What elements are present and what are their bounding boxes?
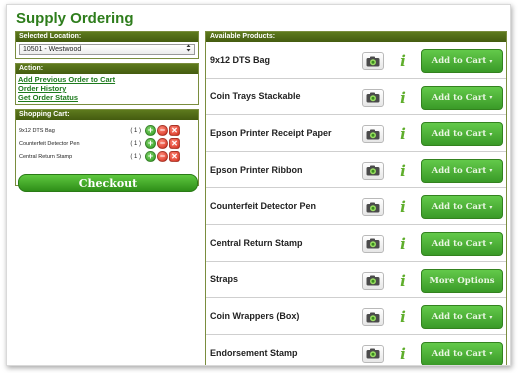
plus-icon[interactable]: + [145, 138, 156, 149]
camera-icon[interactable] [362, 234, 384, 253]
location-value: 10501 - Westwood [23, 46, 82, 53]
action-panel: Action: Add Previous Order to Cart Order… [15, 63, 199, 105]
order-history-link[interactable]: Order History [16, 84, 198, 93]
close-icon[interactable]: ✕ [169, 138, 180, 149]
camera-icon[interactable] [362, 271, 384, 290]
product-name: Coin Trays Stackable [210, 91, 301, 102]
product-row: Epson Printer Receipt Paper i Add to Cart ▾ [206, 115, 506, 152]
minus-icon[interactable]: − [157, 125, 168, 136]
minus-icon[interactable]: − [157, 138, 168, 149]
cart-item-name: 9x12 DTS Bag [19, 127, 55, 134]
cart-item: Central Return Stamp ( 1 ) + − ✕ [16, 150, 198, 163]
cart-item: Counterfeit Detector Pen ( 1 ) + − ✕ [16, 137, 198, 150]
cart-item-qty: ( 1 ) [130, 140, 141, 147]
product-action-label: Add to Cart [431, 348, 487, 359]
add-to-cart-button[interactable]: Add to Cart ▾ [421, 231, 503, 256]
product-action-label: Add to Cart [431, 129, 487, 140]
action-header: Action: [16, 64, 198, 74]
info-icon[interactable]: i [396, 88, 410, 108]
chevron-down-icon: ▾ [489, 130, 493, 138]
info-icon[interactable]: i [396, 124, 410, 144]
location-select[interactable]: 10501 - Westwood [19, 44, 195, 55]
product-row: 9x12 DTS Bag i Add to Cart ▾ [206, 42, 506, 79]
product-row: Central Return Stamp i Add to Cart ▾ [206, 225, 506, 262]
product-action-label: Add to Cart [431, 238, 487, 249]
product-name: Straps [210, 274, 239, 285]
minus-icon[interactable]: − [157, 151, 168, 162]
product-action-label: Add to Cart [431, 165, 487, 176]
info-icon[interactable]: i [396, 344, 410, 364]
checkout-button[interactable]: Checkout [18, 174, 198, 192]
updown-caret-icon [186, 44, 191, 55]
close-icon[interactable]: ✕ [169, 151, 180, 162]
cart-item-name: Counterfeit Detector Pen [19, 140, 80, 147]
available-products-panel: Available Products: 9x12 DTS Bag i Add to … [205, 31, 507, 365]
chevron-down-icon: ▾ [489, 167, 493, 175]
product-name: Epson Printer Receipt Paper [210, 127, 332, 138]
camera-icon[interactable] [362, 88, 384, 107]
chevron-down-icon: ▾ [489, 57, 493, 65]
camera-icon[interactable] [362, 308, 384, 327]
more-options-button[interactable]: More Options [421, 268, 503, 293]
add-to-cart-button[interactable]: Add to Cart ▾ [421, 341, 503, 365]
info-icon[interactable]: i [396, 307, 410, 327]
add-to-cart-button[interactable]: Add to Cart ▾ [421, 158, 503, 183]
info-icon[interactable]: i [396, 271, 410, 291]
plus-icon[interactable]: + [145, 125, 156, 136]
add-to-cart-button[interactable]: Add to Cart ▾ [421, 195, 503, 220]
product-list: 9x12 DTS Bag i Add to Cart ▾ Coin Trays Stac… [206, 42, 506, 365]
supply-ordering-window: Supply Ordering Selected Location: 10501… [6, 4, 511, 366]
available-products-header: Available Products: [206, 32, 506, 42]
cart-item: 9x12 DTS Bag ( 1 ) + − ✕ [16, 124, 198, 137]
info-icon[interactable]: i [396, 234, 410, 254]
product-row: Epson Printer Ribbon i Add to Cart ▾ [206, 152, 506, 189]
product-name: Counterfeit Detector Pen [210, 201, 317, 212]
cart-item-qty: ( 1 ) [130, 127, 141, 134]
add-previous-order-link[interactable]: Add Previous Order to Cart [16, 75, 198, 84]
add-to-cart-button[interactable]: Add to Cart ▾ [421, 305, 503, 330]
product-name: Central Return Stamp [210, 237, 303, 248]
info-icon[interactable]: i [396, 197, 410, 217]
camera-icon[interactable] [362, 125, 384, 144]
shopping-cart-header: Shopping Cart: [16, 110, 198, 120]
product-row: Coin Wrappers (Box) i Add to Cart ▾ [206, 298, 506, 335]
product-row: Coin Trays Stackable i Add to Cart ▾ [206, 79, 506, 116]
cart-item-name: Central Return Stamp [19, 153, 73, 160]
product-action-label: More Options [429, 275, 495, 286]
product-row: Endorsement Stamp i Add to Cart ▾ [206, 335, 506, 365]
product-action-label: Add to Cart [431, 312, 487, 323]
left-column: Selected Location: 10501 - Westwood Acti… [15, 31, 199, 190]
chevron-down-icon: ▾ [489, 94, 493, 102]
product-action-label: Add to Cart [431, 92, 487, 103]
product-name: Epson Printer Ribbon [210, 164, 303, 175]
plus-icon[interactable]: + [145, 151, 156, 162]
camera-icon[interactable] [362, 52, 384, 70]
cart-item-qty: ( 1 ) [130, 153, 141, 160]
location-panel: Selected Location: 10501 - Westwood [15, 31, 199, 59]
chevron-down-icon: ▾ [489, 203, 493, 211]
camera-icon[interactable] [362, 198, 384, 217]
product-name: 9x12 DTS Bag [210, 54, 271, 65]
add-to-cart-button[interactable]: Add to Cart ▾ [421, 122, 503, 147]
add-to-cart-button[interactable]: Add to Cart ▾ [421, 85, 503, 110]
camera-icon[interactable] [362, 344, 384, 363]
product-action-label: Add to Cart [431, 202, 487, 213]
get-order-status-link[interactable]: Get Order Status [16, 93, 198, 102]
product-row: Straps i More Options [206, 262, 506, 299]
chevron-down-icon: ▾ [489, 350, 493, 358]
product-action-label: Add to Cart [431, 56, 487, 66]
chevron-down-icon: ▾ [489, 240, 493, 248]
chevron-down-icon: ▾ [489, 313, 493, 321]
info-icon[interactable]: i [396, 161, 410, 181]
product-row: Counterfeit Detector Pen i Add to Cart ▾ [206, 188, 506, 225]
add-to-cart-button[interactable]: Add to Cart ▾ [421, 49, 503, 73]
product-name: Endorsement Stamp [210, 347, 298, 358]
product-name: Coin Wrappers (Box) [210, 310, 300, 321]
location-header: Selected Location: [16, 32, 198, 42]
page-title: Supply Ordering [16, 10, 134, 27]
info-icon[interactable]: i [396, 51, 410, 71]
camera-icon[interactable] [362, 161, 384, 180]
close-icon[interactable]: ✕ [169, 125, 180, 136]
